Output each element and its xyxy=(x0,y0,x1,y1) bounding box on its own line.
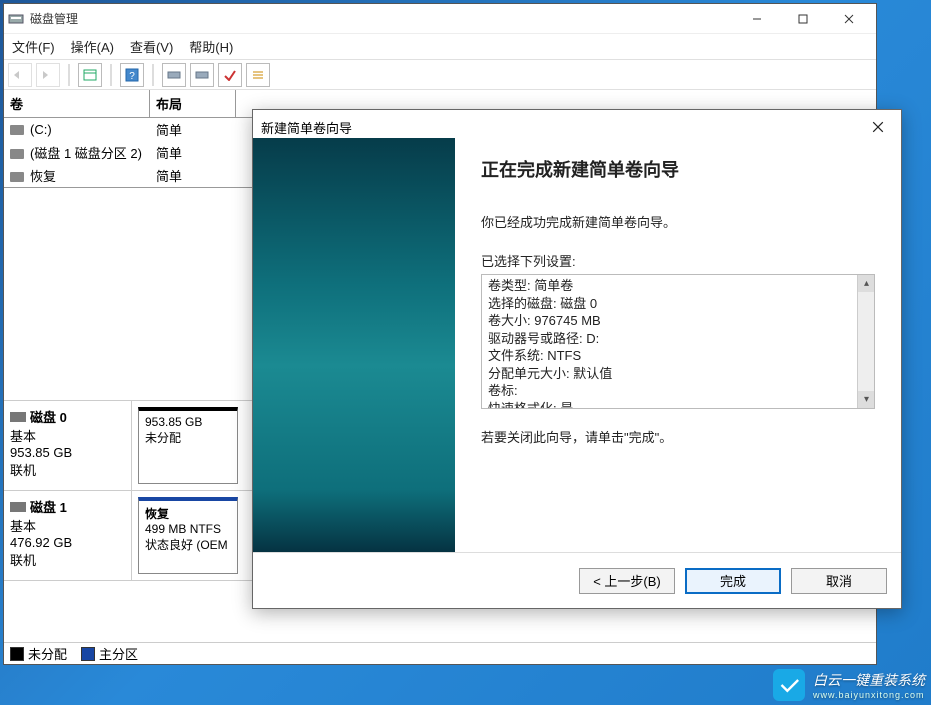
list-icon[interactable] xyxy=(246,63,270,87)
menubar: 文件(F) 操作(A) 查看(V) 帮助(H) xyxy=(4,34,876,60)
disk-icon-1[interactable] xyxy=(162,63,186,87)
wizard-close-button[interactable] xyxy=(863,116,893,138)
legend-unalloc: 未分配 xyxy=(28,647,67,662)
back-button[interactable]: < 上一步(B) xyxy=(579,568,675,594)
settings-scrollbar[interactable]: ▴ ▾ xyxy=(857,275,874,408)
wizard-settings-label: 已选择下列设置: xyxy=(481,251,875,270)
menu-help[interactable]: 帮助(H) xyxy=(189,37,233,56)
partition-recovery[interactable]: 恢复 499 MB NTFS 状态良好 (OEM xyxy=(138,497,238,574)
watermark: 白云一键重装系统 www.baiyunxitong.com xyxy=(773,669,925,701)
partition-unallocated[interactable]: 953.85 GB 未分配 xyxy=(138,407,238,484)
watermark-url: www.baiyunxitong.com xyxy=(813,690,925,700)
menu-action[interactable]: 操作(A) xyxy=(71,37,114,56)
legend: 未分配 主分区 xyxy=(4,642,876,664)
view-icon[interactable] xyxy=(78,63,102,87)
menu-view[interactable]: 查看(V) xyxy=(130,37,173,56)
wizard-footer: < 上一步(B) 完成 取消 xyxy=(253,552,901,608)
scroll-up-icon[interactable]: ▴ xyxy=(858,275,875,292)
wizard-title: 新建简单卷向导 xyxy=(261,118,352,137)
wizard-message: 你已经成功完成新建简单卷向导。 xyxy=(481,212,875,231)
maximize-button[interactable] xyxy=(780,4,826,34)
legend-primary: 主分区 xyxy=(99,647,138,662)
options-icon[interactable] xyxy=(218,63,242,87)
cancel-button[interactable]: 取消 xyxy=(791,568,887,594)
finish-button[interactable]: 完成 xyxy=(685,568,781,594)
col-volume[interactable]: 卷 xyxy=(4,90,150,118)
new-simple-volume-wizard: 新建简单卷向导 正在完成新建简单卷向导 你已经成功完成新建简单卷向导。 已选择下… xyxy=(252,109,902,609)
col-layout[interactable]: 布局 xyxy=(150,90,236,118)
nav-back-icon xyxy=(8,63,32,87)
toolbar: ? xyxy=(4,60,876,90)
wizard-heading: 正在完成新建简单卷向导 xyxy=(481,156,875,182)
wizard-sidebar-graphic xyxy=(253,138,455,552)
svg-text:?: ? xyxy=(129,71,135,82)
disk-icon-2[interactable] xyxy=(190,63,214,87)
help-icon[interactable]: ? xyxy=(120,63,144,87)
minimize-button[interactable] xyxy=(734,4,780,34)
disk-info[interactable]: 磁盘 0 基本 953.85 GB 联机 xyxy=(4,401,132,490)
window-title: 磁盘管理 xyxy=(30,10,734,27)
menu-file[interactable]: 文件(F) xyxy=(12,37,55,56)
wizard-settings-list[interactable]: 卷类型: 简单卷 选择的磁盘: 磁盘 0 卷大小: 976745 MB 驱动器号… xyxy=(481,274,875,409)
titlebar: 磁盘管理 xyxy=(4,4,876,34)
wizard-titlebar: 新建简单卷向导 xyxy=(253,110,901,138)
wizard-closing: 若要关闭此向导，请单击"完成"。 xyxy=(481,427,875,446)
close-button[interactable] xyxy=(826,4,872,34)
nav-fwd-icon xyxy=(36,63,60,87)
scroll-down-icon[interactable]: ▾ xyxy=(858,391,875,408)
wizard-content: 正在完成新建简单卷向导 你已经成功完成新建简单卷向导。 已选择下列设置: 卷类型… xyxy=(455,138,901,552)
watermark-logo-icon xyxy=(773,669,805,701)
app-icon xyxy=(8,11,24,27)
disk-info[interactable]: 磁盘 1 基本 476.92 GB 联机 xyxy=(4,491,132,580)
watermark-text: 白云一键重装系统 xyxy=(813,672,925,688)
